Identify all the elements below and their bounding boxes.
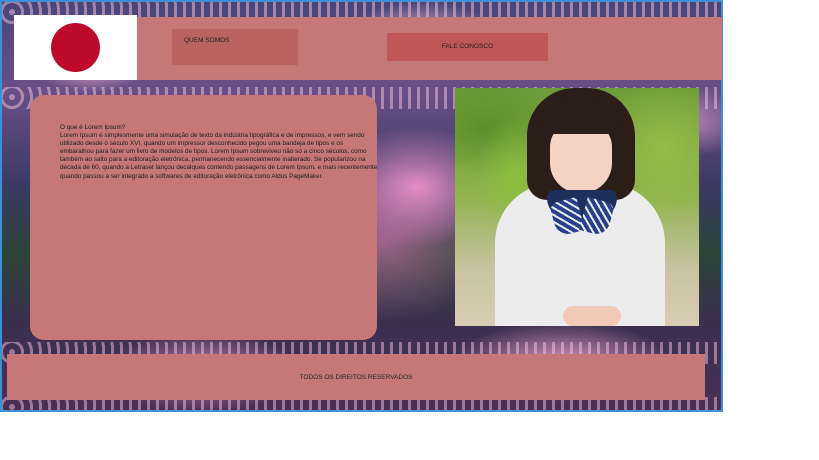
flag-red-disc bbox=[51, 23, 100, 72]
nav-contact-button[interactable]: FALE CONOSCO bbox=[387, 33, 548, 61]
footer-bar: TODOS OS DIREITOS RESERVADOS bbox=[7, 354, 705, 400]
student-photo bbox=[455, 88, 699, 326]
footer-copyright: TODOS OS DIREITOS RESERVADOS bbox=[299, 373, 413, 381]
nav-about-button[interactable]: QUEM SOMOS bbox=[172, 29, 298, 65]
content-panel: O que é Lorem Ipsum? Lorem Ipsum é simpl… bbox=[30, 95, 377, 340]
photo-bangs bbox=[543, 100, 619, 134]
japan-flag-logo bbox=[14, 15, 137, 80]
content-body: Lorem Ipsum é simplesmente uma simulação… bbox=[60, 132, 378, 180]
photo-hands bbox=[563, 306, 621, 326]
content-title: O que é Lorem Ipsum? bbox=[60, 124, 126, 131]
